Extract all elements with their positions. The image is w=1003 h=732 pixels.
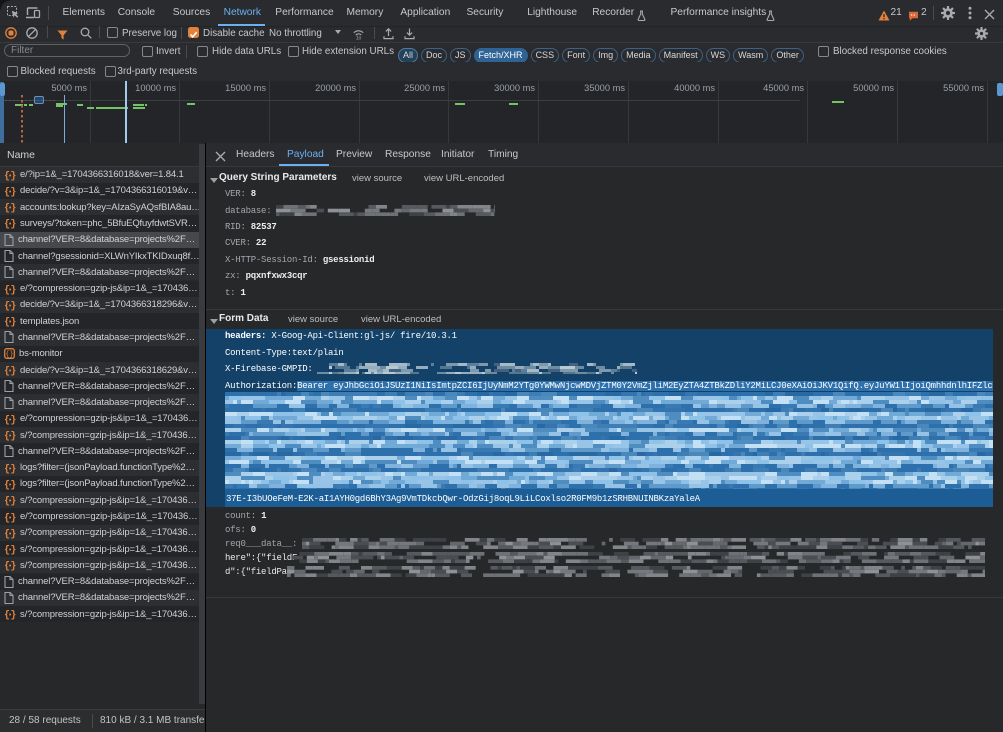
svg-text:}: }	[10, 317, 16, 328]
svg-text:{: {	[4, 366, 10, 377]
svg-text:}: }	[10, 545, 16, 556]
svg-text:{: {	[4, 431, 10, 442]
svg-text:{: {	[4, 300, 10, 311]
svg-text:}: }	[10, 300, 16, 311]
svg-text:{: {	[4, 496, 10, 507]
svg-text:}: }	[10, 203, 16, 214]
svg-text:1o: 1o	[356, 35, 362, 40]
svg-text:{: {	[4, 463, 10, 474]
svg-text:}: }	[10, 170, 16, 181]
svg-text:}: }	[10, 431, 16, 442]
svg-text:{: {	[4, 512, 10, 523]
svg-text:{: {	[4, 528, 10, 539]
svg-text:}: }	[10, 414, 16, 425]
svg-text:}: }	[10, 561, 16, 572]
svg-text:}: }	[10, 479, 16, 490]
svg-text:}: }	[10, 186, 16, 197]
svg-text:{: {	[4, 561, 10, 572]
svg-text:{: {	[4, 186, 10, 197]
svg-text:}: }	[10, 219, 16, 230]
svg-text:}: }	[10, 610, 16, 621]
svg-text:{: {	[4, 170, 10, 181]
svg-text:}: }	[10, 496, 16, 507]
svg-text:{: {	[4, 203, 10, 214]
svg-text:{: {	[4, 219, 10, 230]
svg-text:{: {	[4, 610, 10, 621]
svg-text:{}: {}	[5, 351, 13, 359]
svg-text:{: {	[4, 317, 10, 328]
svg-text:}: }	[10, 284, 16, 295]
svg-text:{: {	[4, 545, 10, 556]
svg-text:{: {	[4, 414, 10, 425]
svg-text:}: }	[10, 512, 16, 523]
svg-text:}: }	[10, 366, 16, 377]
svg-text:{: {	[4, 284, 10, 295]
svg-text:{: {	[4, 479, 10, 490]
svg-text:}: }	[10, 463, 16, 474]
svg-text:}: }	[10, 528, 16, 539]
